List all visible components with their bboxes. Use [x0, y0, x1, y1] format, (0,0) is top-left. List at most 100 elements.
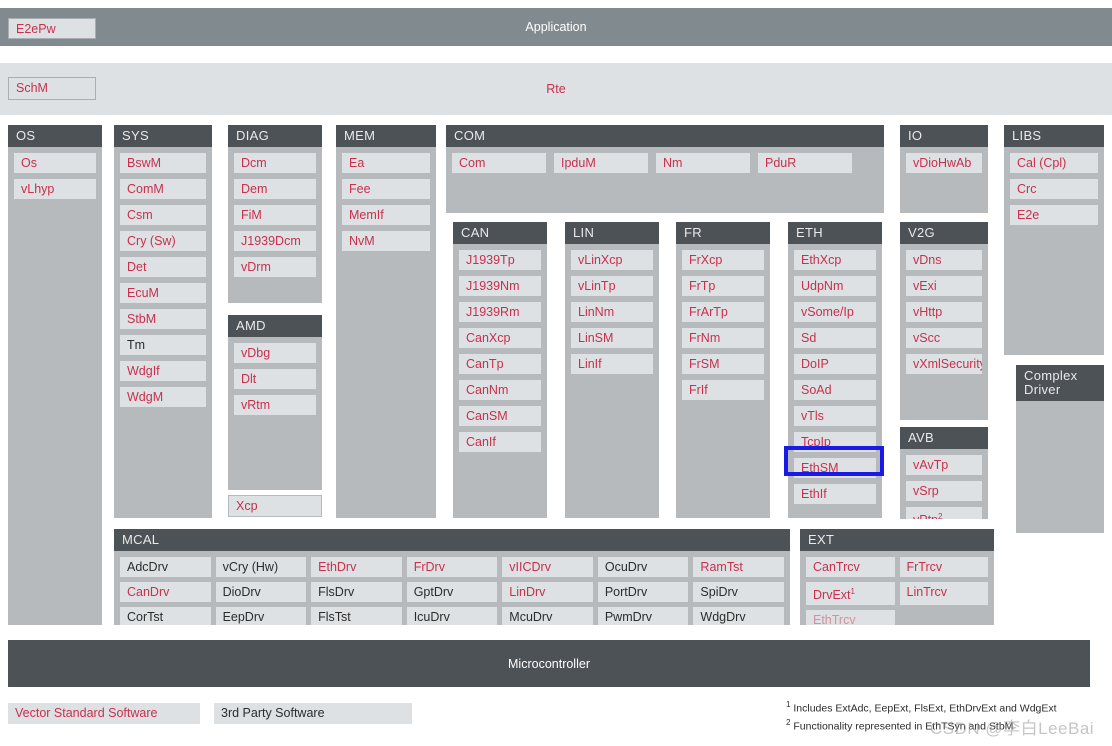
module-cansm[interactable]: CanSM: [458, 405, 542, 427]
module-vsome-ip[interactable]: vSome/Ip: [793, 301, 877, 323]
module-label: DoIP: [801, 357, 829, 371]
module-tm[interactable]: Tm: [119, 334, 207, 356]
module-vexi[interactable]: vExi: [905, 275, 983, 297]
module-drvext[interactable]: DrvExt1: [805, 581, 896, 607]
module-wdgdrv[interactable]: WdgDrv: [692, 606, 785, 625]
module-memif[interactable]: MemIf: [341, 204, 431, 226]
module-lindrv[interactable]: LinDrv: [501, 581, 594, 603]
module-vdiohwab[interactable]: vDioHwAb: [905, 152, 983, 174]
module-xcp[interactable]: Xcp: [228, 495, 322, 517]
module-wdgm[interactable]: WdgM: [119, 386, 207, 408]
module-viicdrv[interactable]: vIICDrv: [501, 556, 594, 578]
module-stbm[interactable]: StbM: [119, 308, 207, 330]
module-fee[interactable]: Fee: [341, 178, 431, 200]
module-cortst[interactable]: CorTst: [119, 606, 212, 625]
module-ramtst[interactable]: RamTst: [692, 556, 785, 578]
module-j1939dcm[interactable]: J1939Dcm: [233, 230, 317, 252]
module-tcpip[interactable]: TcpIp: [793, 431, 877, 453]
module-sd[interactable]: Sd: [793, 327, 877, 349]
module-eepdrv[interactable]: EepDrv: [214, 606, 308, 625]
module-frtp[interactable]: FrTp: [681, 275, 765, 297]
module-os[interactable]: Os: [13, 152, 97, 174]
module-ipdum[interactable]: IpduM: [553, 152, 649, 174]
module-ethif[interactable]: EthIf: [793, 483, 877, 505]
module-flsdrv[interactable]: FlsDrv: [310, 581, 403, 603]
module-frartp[interactable]: FrArTp: [681, 301, 765, 323]
module-canif[interactable]: CanIf: [458, 431, 542, 453]
module-diodrv[interactable]: DioDrv: [214, 581, 308, 603]
module-spidrv[interactable]: SpiDrv: [692, 581, 785, 603]
module-lintrcv[interactable]: LinTrcv: [898, 581, 989, 607]
module-candrv[interactable]: CanDrv: [119, 581, 212, 603]
module-vrtm[interactable]: vRtm: [233, 394, 317, 416]
module-vdbg[interactable]: vDbg: [233, 342, 317, 364]
module-vcry-hw[interactable]: vCry (Hw): [214, 556, 308, 578]
module-doip[interactable]: DoIP: [793, 353, 877, 375]
module-comm[interactable]: ComM: [119, 178, 207, 200]
module-ethtrcv[interactable]: EthTrcv: [805, 609, 896, 625]
module-vptp[interactable]: vPtp2: [905, 506, 983, 519]
module-j1939nm[interactable]: J1939Nm: [458, 275, 542, 297]
module-soad[interactable]: SoAd: [793, 379, 877, 401]
module-frxcp[interactable]: FrXcp: [681, 249, 765, 271]
module-frsm[interactable]: FrSM: [681, 353, 765, 375]
module-ethxcp[interactable]: EthXcp: [793, 249, 877, 271]
module-pwmdrv[interactable]: PwmDrv: [596, 606, 690, 625]
module-dem[interactable]: Dem: [233, 178, 317, 200]
module-dcm[interactable]: Dcm: [233, 152, 317, 174]
module-vxmlsecurity[interactable]: vXmlSecurity: [905, 353, 983, 375]
module-label: vCry (Hw): [222, 560, 279, 574]
module-gptdrv[interactable]: GptDrv: [405, 581, 499, 603]
module-frdrv[interactable]: FrDrv: [405, 556, 499, 578]
module-j1939rm[interactable]: J1939Rm: [458, 301, 542, 323]
module-vdns[interactable]: vDns: [905, 249, 983, 271]
module-frtrcv[interactable]: FrTrcv: [898, 556, 989, 578]
module-com[interactable]: Com: [451, 152, 547, 174]
module-wdgif[interactable]: WdgIf: [119, 360, 207, 382]
module-cannm[interactable]: CanNm: [458, 379, 542, 401]
module-mcudrv[interactable]: McuDrv: [501, 606, 594, 625]
module-fim[interactable]: FiM: [233, 204, 317, 226]
module-flstst[interactable]: FlsTst: [310, 606, 403, 625]
module-linnm[interactable]: LinNm: [570, 301, 654, 323]
module-vsrp[interactable]: vSrp: [905, 480, 983, 502]
module-icudrv[interactable]: IcuDrv: [405, 606, 499, 625]
module-udpnm[interactable]: UdpNm: [793, 275, 877, 297]
module-crc[interactable]: Crc: [1009, 178, 1099, 200]
module-vdrm[interactable]: vDrm: [233, 256, 317, 278]
module-ocudrv[interactable]: OcuDrv: [596, 556, 690, 578]
module-ethdrv[interactable]: EthDrv: [310, 556, 403, 578]
module-canxcp[interactable]: CanXcp: [458, 327, 542, 349]
module-cry-sw[interactable]: Cry (Sw): [119, 230, 207, 252]
module-ea[interactable]: Ea: [341, 152, 431, 174]
module-cantrcv[interactable]: CanTrcv: [805, 556, 896, 578]
module-nm[interactable]: Nm: [655, 152, 751, 174]
module-linsm[interactable]: LinSM: [570, 327, 654, 349]
module-ecum[interactable]: EcuM: [119, 282, 207, 304]
module-vhttp[interactable]: vHttp: [905, 301, 983, 323]
module-vlinxcp[interactable]: vLinXcp: [570, 249, 654, 271]
module-det[interactable]: Det: [119, 256, 207, 278]
module-vtls[interactable]: vTls: [793, 405, 877, 427]
module-dlt[interactable]: Dlt: [233, 368, 317, 390]
module-frnm[interactable]: FrNm: [681, 327, 765, 349]
module-pdur[interactable]: PduR: [757, 152, 853, 174]
module-frif[interactable]: FrIf: [681, 379, 765, 401]
module-e2e[interactable]: E2e: [1009, 204, 1099, 226]
module-portdrv[interactable]: PortDrv: [596, 581, 690, 603]
module-vlhyp[interactable]: vLhyp: [13, 178, 97, 200]
module-vlintp[interactable]: vLinTp: [570, 275, 654, 297]
module-cal-cpl[interactable]: Cal (Cpl): [1009, 152, 1099, 174]
module-bswm[interactable]: BswM: [119, 152, 207, 174]
module-linif[interactable]: LinIf: [570, 353, 654, 375]
module-ethsm[interactable]: EthSM: [793, 457, 877, 479]
module-csm[interactable]: Csm: [119, 204, 207, 226]
module-cantp[interactable]: CanTp: [458, 353, 542, 375]
module-vscc[interactable]: vScc: [905, 327, 983, 349]
module-vavtp[interactable]: vAvTp: [905, 454, 983, 476]
module-nvm[interactable]: NvM: [341, 230, 431, 252]
module-label: vSrp: [913, 484, 939, 498]
module-label: FiM: [241, 208, 262, 222]
module-adcdrv[interactable]: AdcDrv: [119, 556, 212, 578]
module-j1939tp[interactable]: J1939Tp: [458, 249, 542, 271]
